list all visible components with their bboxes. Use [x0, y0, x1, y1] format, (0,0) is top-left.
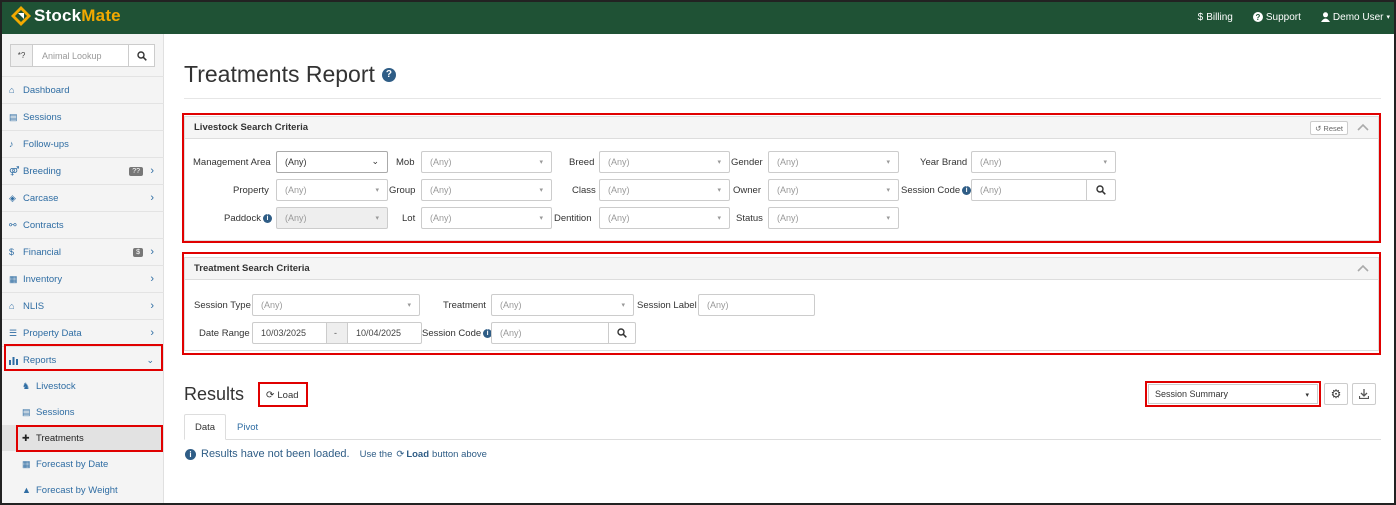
cow-icon: ♞ [22, 380, 31, 391]
results-heading: Results [184, 384, 245, 404]
top-navbar: StockMate $ Billing ? Support Demo User ▾ [0, 0, 1396, 34]
gear-icon: ⚙ [1330, 387, 1342, 401]
list-icon: ▤ [22, 406, 31, 417]
sidebar-item-breeding[interactable]: ⚤ Breeding?? › [2, 157, 164, 184]
chevron-right-icon: › [150, 300, 154, 312]
info-circle-icon: i [185, 448, 196, 460]
bank-icon: ⌂ [9, 301, 15, 311]
brand-name: StockMate [34, 6, 121, 25]
tab-data[interactable]: Data [184, 414, 227, 440]
chevron-right-icon: › [150, 246, 154, 258]
dollar-icon: $ [1197, 11, 1204, 23]
billing-link[interactable]: $ Billing [1198, 12, 1233, 23]
sidebar-sub-forecast-by-date[interactable]: ▦ Forecast by Date [2, 451, 164, 477]
stockmate-logo[interactable]: StockMate [10, 5, 121, 27]
download-icon [1359, 389, 1369, 399]
session-summary-highlight [1145, 381, 1321, 407]
chevron-right-icon: › [150, 165, 154, 177]
sidebar-item-inventory[interactable]: ▦ Inventory › [2, 265, 164, 292]
chevron-right-icon: › [150, 327, 154, 339]
handshake-icon: ⚯ [9, 219, 17, 230]
chevron-right-icon: › [150, 192, 154, 204]
animal-lookup-input[interactable]: Animal Lookup [33, 45, 128, 66]
gender-icon: ⚤ [9, 165, 20, 176]
sidebar-sub-forecast-by-weight[interactable]: ▲ Forecast by Weight [2, 477, 164, 503]
load-highlight [258, 382, 308, 407]
calendar-icon: ▦ [22, 458, 31, 469]
reports-highlight [4, 344, 163, 371]
results-hint: Use the ⟳ Load button above [359, 448, 487, 460]
divider [184, 98, 1381, 99]
sidebar-item-sessions[interactable]: ▤ Sessions [2, 103, 164, 130]
list-icon: ▤ [9, 111, 18, 122]
cubes-icon: ▦ [9, 273, 18, 284]
sidebar-item-carcase[interactable]: ◈ Carcase › [2, 184, 164, 211]
dollar-icon: $ [9, 247, 15, 257]
treatments-highlight [16, 425, 163, 452]
financial-badge: $ [133, 248, 143, 257]
sidebar-item-nlis[interactable]: ⌂ NLIS › [2, 292, 164, 319]
treatment-criteria-highlight [182, 252, 1381, 355]
wildcard-toggle[interactable]: *? [11, 45, 33, 66]
help-icon[interactable]: ? [381, 67, 396, 82]
carcase-icon: ◈ [9, 192, 16, 203]
breeding-badge: ?? [129, 167, 143, 176]
logo-icon [11, 6, 31, 26]
search-icon [136, 50, 147, 61]
sliders-icon: ☰ [9, 327, 18, 338]
weight-icon: ▲ [22, 485, 31, 495]
refresh-icon: ⟳ [396, 448, 405, 460]
bell-icon: ♪ [9, 139, 14, 149]
tab-pivot[interactable]: Pivot [227, 414, 268, 440]
sidebar-item-dashboard[interactable]: ⌂ Dashboard [2, 76, 164, 103]
support-link[interactable]: ? Support [1252, 12, 1301, 23]
animal-lookup-search: *? Animal Lookup [10, 44, 155, 67]
sidebar-item-contracts[interactable]: ⚯ Contracts [2, 211, 164, 238]
settings-button[interactable]: ⚙ [1324, 383, 1348, 405]
download-button[interactable] [1352, 383, 1376, 405]
sidebar-item-property-data[interactable]: ☰ Property Data › [2, 319, 164, 346]
question-circle-icon: ? [1252, 12, 1263, 22]
search-button[interactable] [128, 45, 154, 66]
page-title: Treatments Report? [184, 61, 396, 88]
sidebar-sub-livestock[interactable]: ♞ Livestock [2, 373, 164, 399]
results-message: i Results have not been loaded. Use the … [185, 448, 487, 460]
livestock-criteria-highlight [182, 113, 1381, 243]
chevron-right-icon: › [150, 273, 154, 285]
home-icon: ⌂ [9, 85, 15, 95]
sidebar-item-financial[interactable]: $ Financial $ › [2, 238, 164, 265]
sidebar-sub-sessions[interactable]: ▤ Sessions [2, 399, 164, 425]
user-menu[interactable]: Demo User ▾ [1320, 12, 1390, 23]
results-tabs: Data Pivot [184, 414, 1381, 440]
svg-text:?: ? [1255, 13, 1260, 22]
caret-down-icon: ▾ [1386, 14, 1390, 21]
sidebar-item-follow-ups[interactable]: ♪ Follow-ups [2, 130, 164, 157]
user-icon [1320, 12, 1330, 22]
